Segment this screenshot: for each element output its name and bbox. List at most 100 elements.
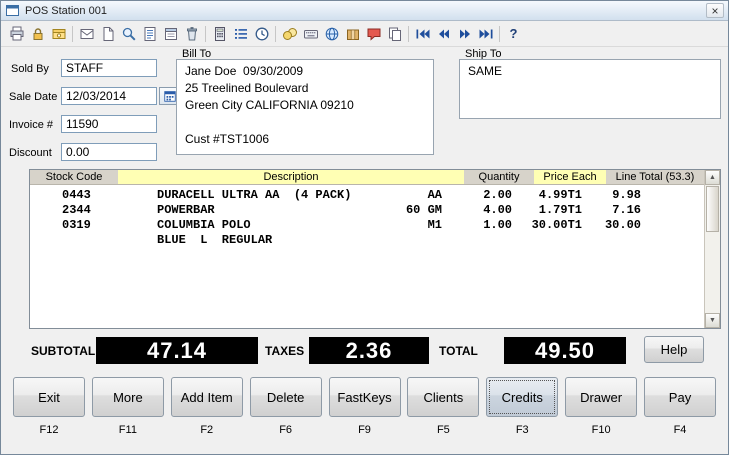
- pos-window: POS Station 001 × ? Sold By: [0, 0, 729, 455]
- network-icon[interactable]: [321, 24, 342, 44]
- toolbar: ?: [1, 21, 728, 47]
- new-document-icon[interactable]: [97, 24, 118, 44]
- help-icon[interactable]: ?: [503, 24, 524, 44]
- search-icon[interactable]: [118, 24, 139, 44]
- cell-price-each: 1.79T1: [516, 203, 582, 217]
- calendar-icon: [163, 89, 177, 103]
- bill-to-line: Jane Doe 09/30/2009: [185, 63, 425, 80]
- ship-to-box[interactable]: SAME: [459, 59, 721, 119]
- form-icon[interactable]: [160, 24, 181, 44]
- subtotal-value: 47.14: [96, 337, 258, 364]
- toolbar-separator: [499, 26, 500, 42]
- cell-quantity: 2.00: [450, 188, 512, 202]
- copy-icon[interactable]: [384, 24, 405, 44]
- bill-to-line: Green City CALIFORNIA 09210: [185, 97, 425, 114]
- printer-icon[interactable]: [6, 24, 27, 44]
- cell-line-total: 9.98: [574, 188, 641, 202]
- email-icon[interactable]: [76, 24, 97, 44]
- subtotal-label: SUBTOTAL: [31, 344, 95, 358]
- credits-button[interactable]: Credits: [486, 377, 558, 417]
- message-icon[interactable]: [363, 24, 384, 44]
- taxes-value: 2.36: [309, 337, 429, 364]
- cell-line-total: 30.00: [574, 218, 641, 232]
- cell-variant: AA: [376, 188, 442, 202]
- cell-variant: M1: [376, 218, 442, 232]
- fastkeys-button[interactable]: FastKeys: [329, 377, 401, 417]
- titlebar[interactable]: POS Station 001 ×: [1, 1, 728, 21]
- keyboard-icon[interactable]: [300, 24, 321, 44]
- column-header-line-total[interactable]: Line Total (53.3): [606, 170, 704, 184]
- cell-stock-code: 2344: [62, 203, 91, 217]
- cell-description: POWERBAR: [157, 203, 215, 217]
- pay-fkey-label: F4: [674, 424, 687, 436]
- item-row[interactable]: 0443 DURACELL ULTRA AA (4 PACK) AA 2.00 …: [30, 188, 704, 203]
- delete-fkey-label: F6: [279, 424, 292, 436]
- cell-price-each: 4.99T1: [516, 188, 582, 202]
- nav-last-icon[interactable]: [475, 24, 496, 44]
- window-title: POS Station 001: [25, 5, 706, 17]
- scroll-down-icon[interactable]: ▼: [705, 313, 720, 328]
- credits-fkey-label: F3: [516, 424, 529, 436]
- cell-quantity: 4.00: [450, 203, 512, 217]
- scroll-thumb[interactable]: [706, 186, 719, 232]
- cell-description: COLUMBIA POLO: [157, 218, 251, 232]
- cash-drawer-icon[interactable]: [48, 24, 69, 44]
- invoice-label: Invoice #: [9, 119, 53, 131]
- scroll-up-icon[interactable]: ▲: [705, 170, 720, 185]
- exit-fkey-label: F12: [40, 424, 59, 436]
- more-button[interactable]: More: [92, 377, 164, 417]
- add-item-button[interactable]: Add Item: [171, 377, 243, 417]
- client-area: Sold By Sale Date Invoice # Discount Bil…: [1, 47, 728, 454]
- item-row[interactable]: 0319 COLUMBIA POLO M1 1.00 30.00T1 30.00: [30, 218, 704, 233]
- invoice-field[interactable]: [61, 115, 157, 133]
- cell-variant: 60 GM: [376, 203, 442, 217]
- nav-next-icon[interactable]: [454, 24, 475, 44]
- items-grid: Stock Code Description Quantity Price Ea…: [29, 169, 721, 329]
- money-icon[interactable]: [279, 24, 300, 44]
- clients-fkey-label: F5: [437, 424, 450, 436]
- bill-to-line: Cust #TST1006: [185, 131, 425, 148]
- nav-previous-icon[interactable]: [433, 24, 454, 44]
- toolbar-separator: [275, 26, 276, 42]
- bill-to-line: 25 Treelined Boulevard: [185, 80, 425, 97]
- discount-field[interactable]: [61, 143, 157, 161]
- delete-button[interactable]: Delete: [250, 377, 322, 417]
- cell-description: BLUE L REGULAR: [157, 233, 272, 247]
- scroll-track[interactable]: [705, 185, 720, 313]
- column-header-description[interactable]: Description: [118, 170, 464, 184]
- package-icon[interactable]: [342, 24, 363, 44]
- more-fkey-label: F11: [119, 424, 137, 436]
- clients-button[interactable]: Clients: [407, 377, 479, 417]
- grid-body: 0443 DURACELL ULTRA AA (4 PACK) AA 2.00 …: [30, 188, 704, 328]
- exit-button[interactable]: Exit: [13, 377, 85, 417]
- cell-stock-code: 0319: [62, 218, 91, 232]
- delete-icon[interactable]: [181, 24, 202, 44]
- total-value: 49.50: [504, 337, 626, 364]
- help-button[interactable]: Help: [644, 336, 704, 363]
- close-button[interactable]: ×: [706, 3, 724, 18]
- item-row[interactable]: 2344 POWERBAR 60 GM 4.00 1.79T1 7.16: [30, 203, 704, 218]
- bill-to-box[interactable]: Jane Doe 09/30/2009 25 Treelined Bouleva…: [176, 59, 434, 155]
- column-header-price-each[interactable]: Price Each: [534, 170, 606, 184]
- cell-stock-code: 0443: [62, 188, 91, 202]
- add-item-fkey-label: F2: [200, 424, 213, 436]
- pay-button[interactable]: Pay: [644, 377, 716, 417]
- sale-date-field[interactable]: [61, 87, 157, 105]
- vertical-scrollbar[interactable]: ▲ ▼: [704, 170, 720, 328]
- lock-icon[interactable]: [27, 24, 48, 44]
- calculator-icon[interactable]: [209, 24, 230, 44]
- clock-icon[interactable]: [251, 24, 272, 44]
- list-icon[interactable]: [230, 24, 251, 44]
- drawer-button[interactable]: Drawer: [565, 377, 637, 417]
- report-icon[interactable]: [139, 24, 160, 44]
- cell-description: DURACELL ULTRA AA (4 PACK): [157, 188, 351, 202]
- cell-line-total: 7.16: [574, 203, 641, 217]
- column-header-stock-code[interactable]: Stock Code: [30, 170, 118, 184]
- nav-first-icon[interactable]: [412, 24, 433, 44]
- cell-price-each: 30.00T1: [516, 218, 582, 232]
- item-row[interactable]: BLUE L REGULAR: [30, 233, 704, 248]
- ship-to-value: SAME: [468, 63, 712, 80]
- sold-by-field[interactable]: [61, 59, 157, 77]
- cell-quantity: 1.00: [450, 218, 512, 232]
- column-header-quantity[interactable]: Quantity: [464, 170, 534, 184]
